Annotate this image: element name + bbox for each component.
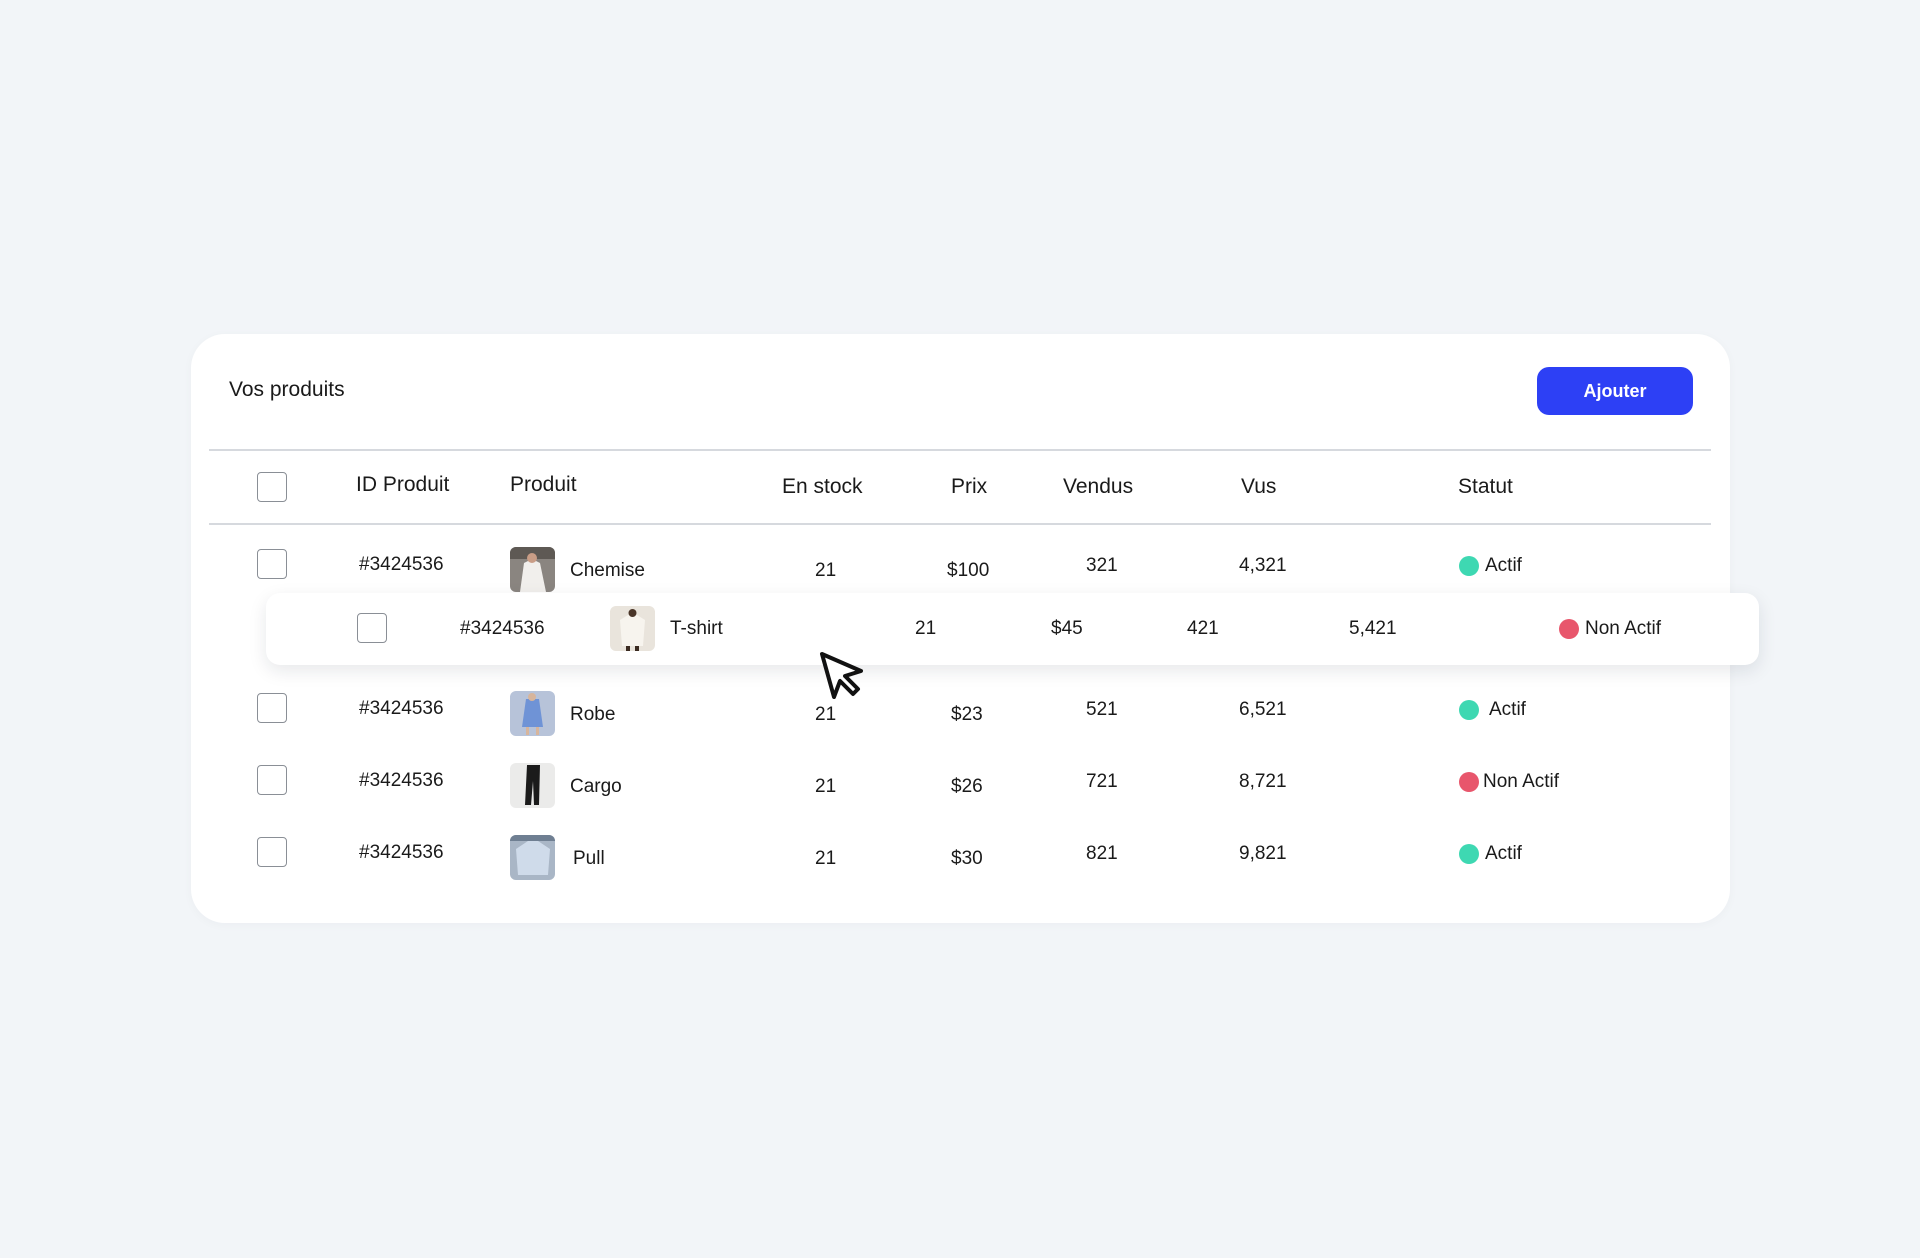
- stock-value: 21: [815, 776, 837, 797]
- product-name: Cargo: [570, 776, 622, 797]
- row-checkbox[interactable]: [257, 765, 287, 795]
- product-name: Pull: [573, 848, 605, 869]
- price-value: $23: [951, 704, 983, 725]
- stock-value: 21: [815, 848, 837, 869]
- header-id: ID Produit: [356, 473, 450, 496]
- price-value: $30: [951, 848, 983, 869]
- status-label: Actif: [1489, 699, 1526, 720]
- product-id: #3424536: [460, 618, 545, 639]
- header-top-divider: [209, 449, 1711, 451]
- sold-value: 721: [1086, 771, 1118, 792]
- stock-value: 21: [815, 704, 837, 725]
- views-value: 8,721: [1239, 771, 1287, 792]
- table-row[interactable]: #3424536 Cargo 21 $26 721 8,721 Non Acti…: [191, 760, 1730, 820]
- header-stock: En stock: [782, 475, 863, 498]
- stock-value: 21: [915, 618, 937, 639]
- shirt-photo-icon: [510, 547, 555, 592]
- status-label: Non Actif: [1483, 771, 1560, 792]
- status-dot: [1459, 772, 1479, 792]
- product-id: #3424536: [359, 554, 444, 575]
- sold-value: 821: [1086, 843, 1118, 864]
- sold-value: 321: [1086, 555, 1118, 576]
- status-label: Actif: [1485, 843, 1522, 864]
- cargo-pants-photo-icon: [510, 763, 555, 808]
- card-title: Vos produits: [229, 378, 345, 401]
- table-row[interactable]: #3424536 Pull 21 $30 821 9,821 Actif: [191, 832, 1730, 892]
- status-dot: [1559, 619, 1579, 639]
- select-all-checkbox[interactable]: [257, 472, 287, 502]
- header-status: Statut: [1458, 475, 1513, 498]
- header-price: Prix: [951, 475, 988, 498]
- status-dot: [1459, 700, 1479, 720]
- price-value: $26: [951, 776, 983, 797]
- status-label: Actif: [1485, 555, 1522, 576]
- sold-value: 521: [1086, 699, 1118, 720]
- sold-value: 421: [1187, 618, 1219, 639]
- price-value: $100: [947, 560, 990, 581]
- arrow-cursor-icon: [818, 651, 866, 704]
- header-views: Vus: [1241, 475, 1277, 498]
- views-value: 4,321: [1239, 555, 1287, 576]
- dragged-table-row[interactable]: #3424536 T-shirt 21 $45 421 5,421 Non Ac…: [266, 593, 1759, 665]
- header-bottom-divider: [209, 523, 1711, 525]
- dress-photo-icon: [510, 691, 555, 736]
- tshirt-photo-icon: [610, 606, 655, 651]
- price-value: $45: [1051, 618, 1083, 639]
- sweater-photo-icon: [510, 835, 555, 880]
- product-name: T-shirt: [670, 618, 723, 639]
- stock-value: 21: [815, 560, 837, 581]
- row-checkbox[interactable]: [357, 613, 387, 643]
- views-value: 5,421: [1349, 618, 1397, 639]
- product-name: Chemise: [570, 560, 645, 581]
- table-row[interactable]: #3424536 Robe 21 $23 521 6,521 Actif: [191, 688, 1730, 748]
- product-name: Robe: [570, 704, 616, 725]
- product-id: #3424536: [359, 698, 444, 719]
- status-dot: [1459, 556, 1479, 576]
- product-id: #3424536: [359, 842, 444, 863]
- header-product: Produit: [510, 473, 577, 496]
- product-id: #3424536: [359, 770, 444, 791]
- status-label: Non Actif: [1585, 618, 1662, 639]
- views-value: 6,521: [1239, 699, 1287, 720]
- row-checkbox[interactable]: [257, 549, 287, 579]
- row-checkbox[interactable]: [257, 693, 287, 723]
- status-dot: [1459, 844, 1479, 864]
- views-value: 9,821: [1239, 843, 1287, 864]
- row-checkbox[interactable]: [257, 837, 287, 867]
- header-sold: Vendus: [1063, 475, 1134, 498]
- add-product-button[interactable]: Ajouter: [1537, 367, 1693, 415]
